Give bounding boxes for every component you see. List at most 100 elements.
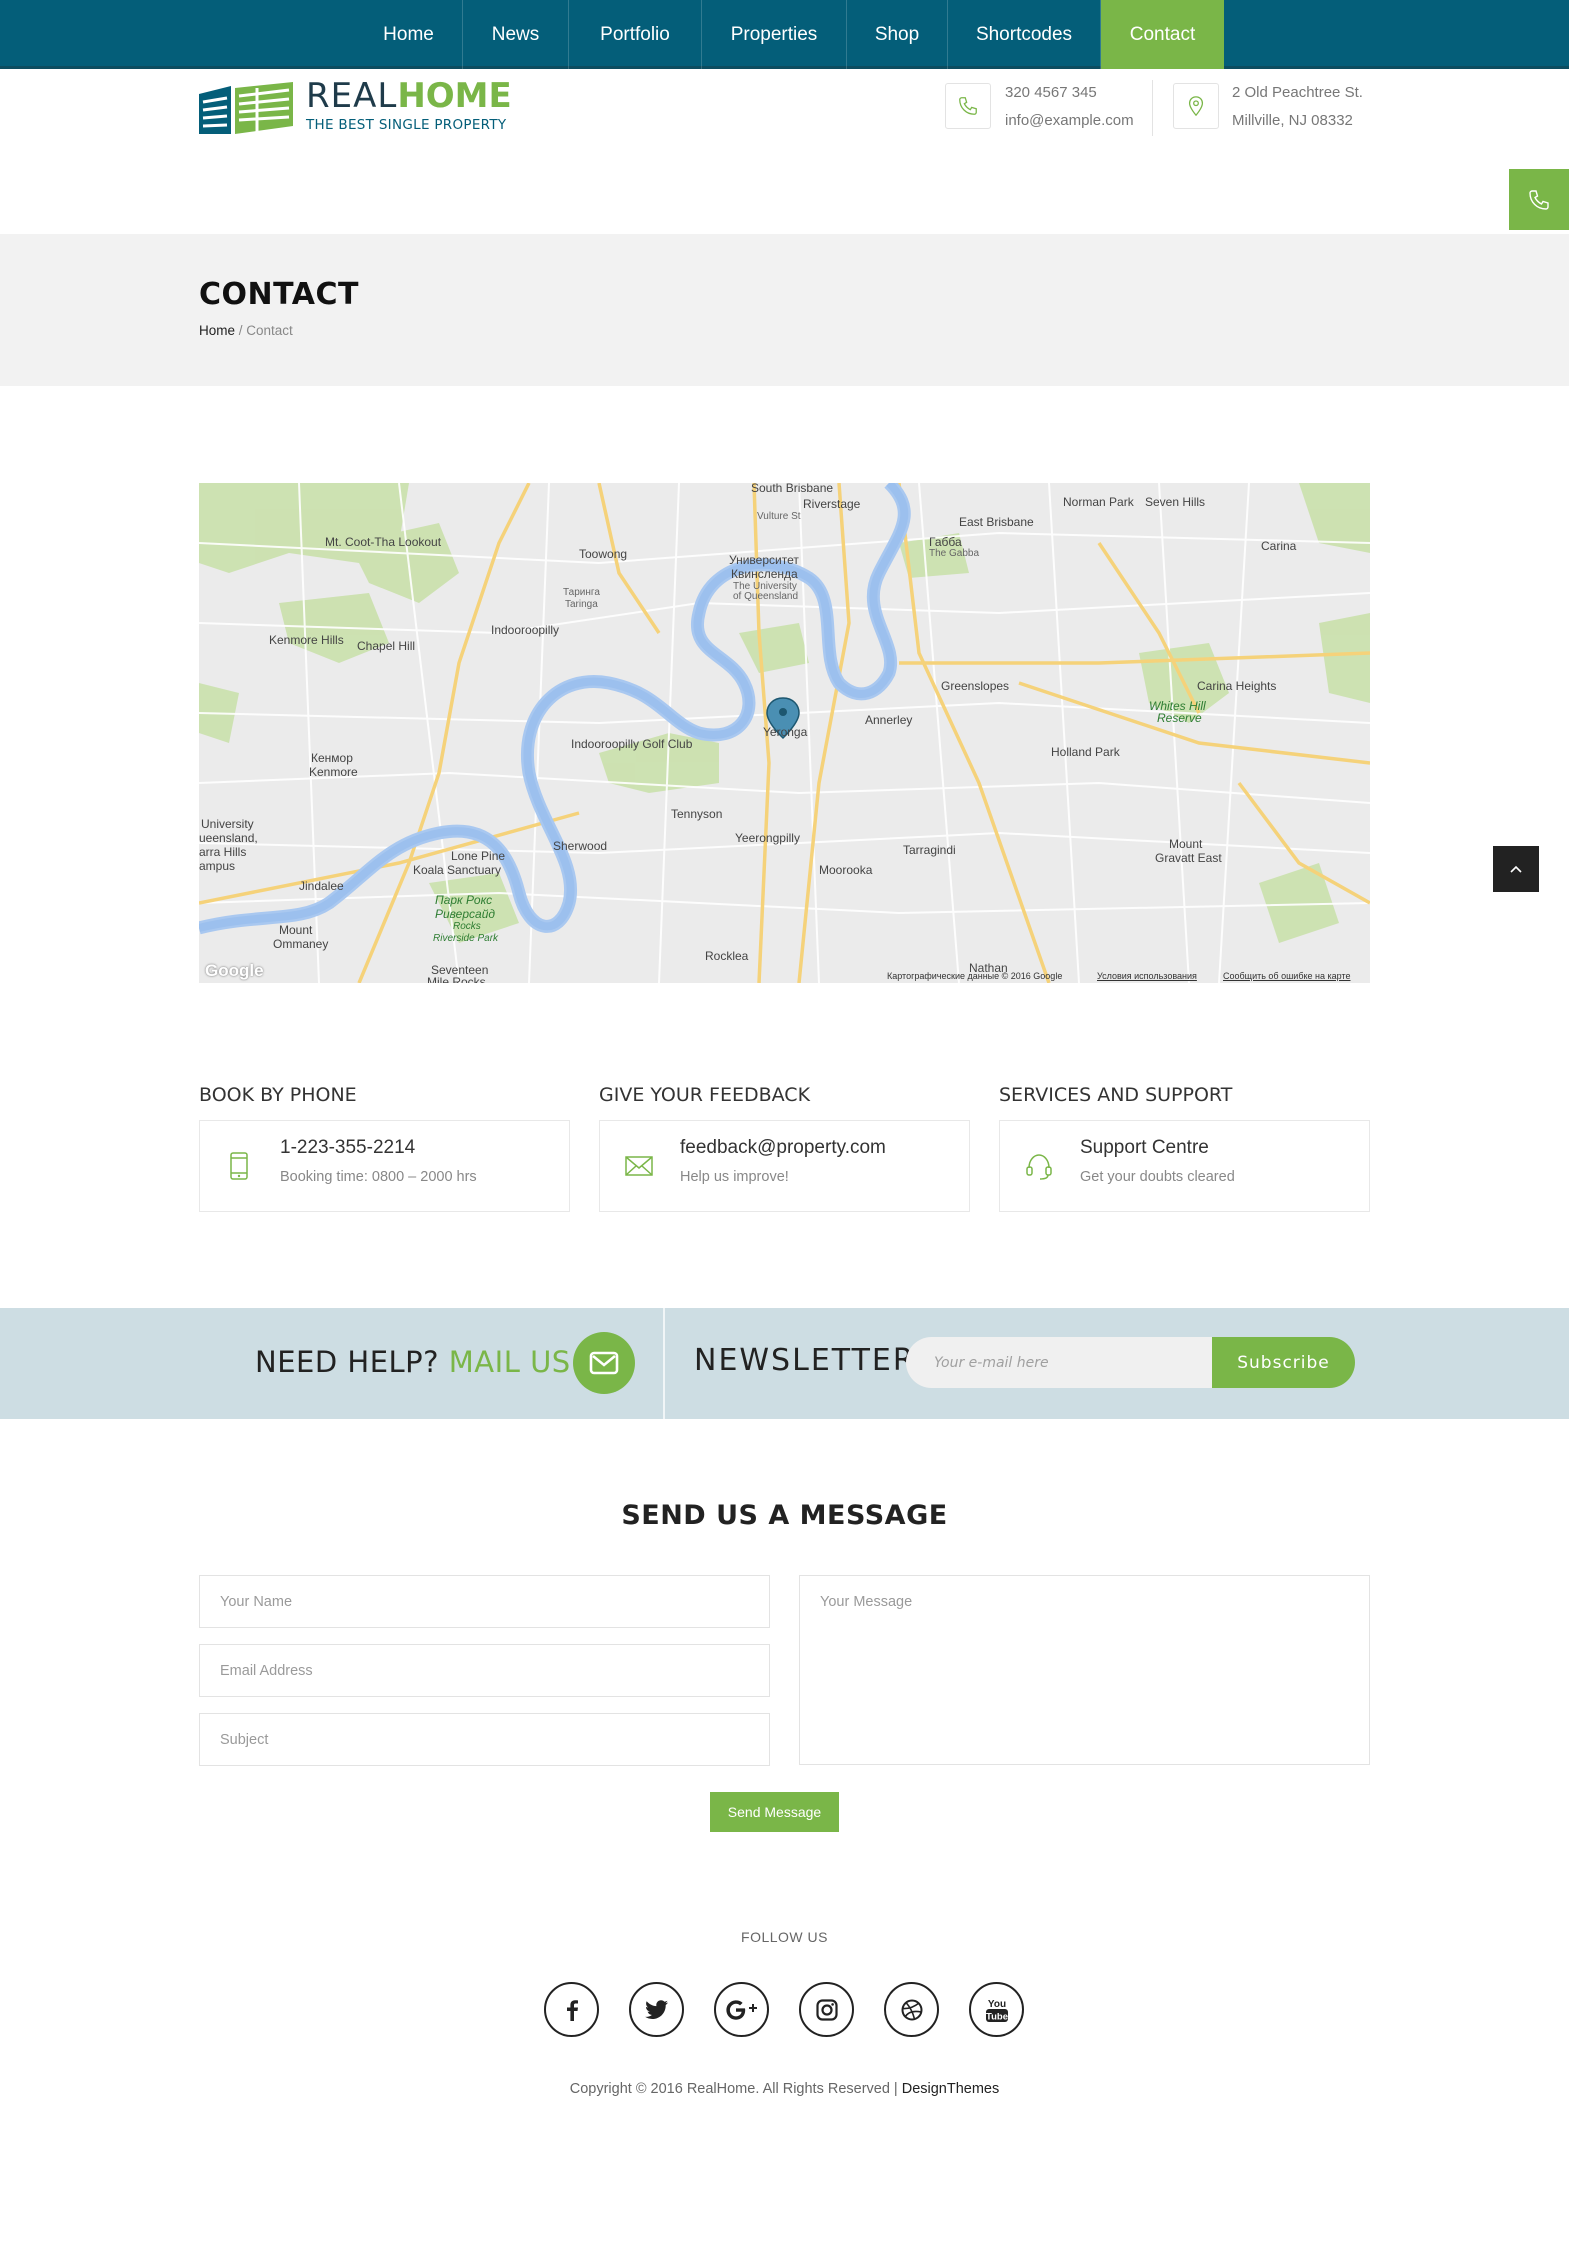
map-label: South Brisbane	[751, 483, 834, 495]
breadcrumb-home[interactable]: Home	[199, 323, 235, 338]
map-label: Annerley	[865, 713, 913, 727]
subject-field[interactable]	[199, 1713, 770, 1766]
contact-card-phone: 1-223-355-2214 Booking time: 0800 – 2000…	[199, 1120, 570, 1212]
map-label: Koala Sanctuary	[413, 863, 502, 877]
dribbble-icon[interactable]	[884, 1982, 939, 2037]
mail-us-highlight[interactable]: MAIL US	[449, 1345, 571, 1379]
band-divider	[663, 1308, 665, 1419]
nav-item-shop[interactable]: Shop	[847, 0, 948, 69]
google-plus-icon[interactable]	[714, 1982, 769, 2037]
map-label: ampus	[199, 859, 236, 873]
map-label: arra Hills	[199, 845, 247, 859]
chevron-up-icon	[1510, 865, 1522, 873]
card-main-text[interactable]: feedback@property.com	[680, 1137, 886, 1159]
nav-item-portfolio[interactable]: Portfolio	[569, 0, 702, 69]
map-label: Riverstage	[803, 497, 861, 511]
map-label: Seven Hills	[1145, 495, 1206, 509]
nav-item-news[interactable]: News	[463, 0, 569, 69]
logo-text-real: REAL	[306, 76, 398, 116]
map-label: Chapel Hill	[357, 639, 416, 653]
map-label: Indooroopilly	[491, 623, 560, 637]
logo-buildings-icon	[199, 82, 293, 134]
map-label: Jindalee	[299, 879, 344, 893]
card-main-text[interactable]: 1-223-355-2214	[280, 1137, 415, 1159]
map-label: Riverside Park	[433, 933, 499, 944]
nav-item-contact[interactable]: Contact	[1101, 0, 1224, 69]
subscribe-button[interactable]: Subscribe	[1212, 1337, 1355, 1388]
nav-item-properties[interactable]: Properties	[702, 0, 847, 69]
map-label: Риверсайд	[435, 907, 496, 921]
map-label: Norman Park	[1063, 495, 1134, 509]
svg-text:Tube: Tube	[986, 2011, 1008, 2022]
floating-call-button[interactable]	[1509, 169, 1569, 230]
email-field[interactable]	[199, 1644, 770, 1697]
send-message-button[interactable]: Send Message	[710, 1792, 839, 1832]
copyright-text: Copyright © 2016 RealHome. All Rights Re…	[0, 2081, 1569, 2097]
map-attribution: Картографические данные © 2016 Google	[887, 971, 1063, 981]
map-label: of Queensland	[733, 591, 799, 602]
header-divider	[1152, 80, 1153, 136]
name-field[interactable]	[199, 1575, 770, 1628]
header-address-line1: 2 Old Peachtree St.	[1232, 84, 1363, 101]
twitter-icon[interactable]	[629, 1982, 684, 2037]
map-label: Taringa	[565, 599, 598, 610]
follow-us-label: FOLLOW US	[741, 1929, 828, 1945]
map-pin-icon	[1188, 96, 1204, 117]
map-report-link[interactable]: Сообщить об ошибке на карте	[1223, 971, 1350, 981]
logo-text-home: HOME	[397, 76, 512, 116]
envelope-icon	[589, 1351, 619, 1375]
phone-info-box	[945, 83, 991, 129]
map-label: The Gabba	[929, 548, 980, 559]
map-label: Lone Pine	[451, 849, 506, 863]
map-terms-link[interactable]: Условия использования	[1097, 971, 1197, 981]
scroll-to-top-button[interactable]	[1493, 846, 1539, 892]
youtube-icon[interactable]: You Tube	[969, 1982, 1024, 2037]
site-logo[interactable]: REALHOME THE BEST SINGLE PROPERTY	[199, 76, 512, 138]
google-map[interactable]: Mt. Coot-Tha Lookout Toowong Таринга Tar…	[199, 483, 1370, 983]
headset-icon	[1020, 1147, 1058, 1185]
map-label: Gravatt East	[1155, 851, 1222, 865]
breadcrumb-separator: /	[235, 323, 247, 338]
map-label: Vulture St	[757, 511, 801, 522]
map-label: Mount	[279, 923, 313, 937]
map-label: Таринга	[563, 587, 600, 598]
address-info-box	[1173, 83, 1219, 129]
google-logo[interactable]: Google	[205, 961, 264, 981]
need-help-prefix: NEED HELP?	[255, 1345, 440, 1379]
card-heading: BOOK BY PHONE	[199, 1084, 357, 1106]
map-label: University	[201, 817, 254, 831]
instagram-icon[interactable]	[799, 1982, 854, 2037]
map-label: Университет	[729, 553, 799, 567]
logo-tagline: THE BEST SINGLE PROPERTY	[306, 117, 507, 133]
designthemes-link[interactable]: DesignThemes	[902, 2081, 1000, 2097]
map-label: Кенмор	[311, 751, 353, 765]
message-field[interactable]	[799, 1575, 1370, 1765]
map-label: Tarragindi	[903, 843, 956, 857]
phone-icon	[959, 97, 977, 115]
nav-item-shortcodes[interactable]: Shortcodes	[948, 0, 1101, 69]
nav-item-home[interactable]: Home	[355, 0, 463, 69]
newsletter-email-input[interactable]	[906, 1337, 1216, 1388]
copyright-prefix: Copyright © 2016 RealHome. All Rights Re…	[569, 2081, 902, 2097]
map-label: Квинсленда	[731, 567, 798, 581]
social-links: You Tube	[544, 1982, 1024, 2037]
header-email[interactable]: info@example.com	[1005, 112, 1134, 129]
card-main-text[interactable]: Support Centre	[1080, 1137, 1209, 1159]
map-label: Sherwood	[553, 839, 608, 853]
map-label: Mount	[1169, 837, 1203, 851]
map-label: Indooroopilly Golf Club	[571, 737, 693, 751]
map-label: Tennyson	[671, 807, 723, 821]
map-label: Kenmore Hills	[269, 633, 344, 647]
map-label: Yeronga	[763, 725, 808, 739]
newsletter-title: NEWSLETTER	[694, 1343, 916, 1378]
map-label: Kenmore	[309, 765, 358, 779]
map-label: Mt. Coot-Tha Lookout	[325, 535, 442, 549]
mail-us-button[interactable]	[573, 1332, 635, 1394]
nav-menu: Home News Portfolio Properties Shop Shor…	[355, 0, 1224, 69]
card-heading: GIVE YOUR FEEDBACK	[599, 1084, 811, 1106]
map-label: Rocklea	[705, 949, 749, 963]
contact-card-feedback: feedback@property.com Help us improve!	[599, 1120, 970, 1212]
facebook-icon[interactable]	[544, 1982, 599, 2037]
mobile-icon	[220, 1147, 258, 1185]
header-phone[interactable]: 320 4567 345	[1005, 84, 1097, 101]
